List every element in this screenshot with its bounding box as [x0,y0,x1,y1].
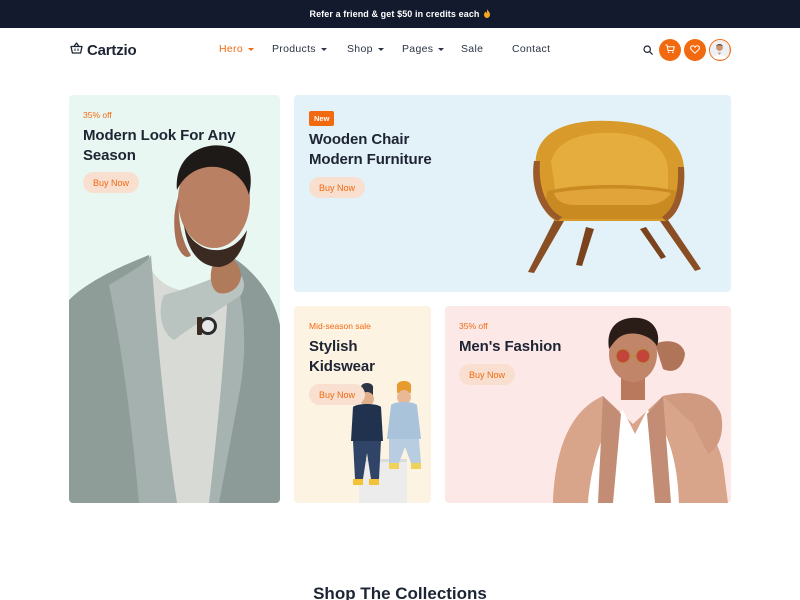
caret-down-icon [247,47,254,51]
card-title-line: Modern Furniture [309,151,432,168]
announcement-text: Refer a friend & get $50 in credits each [309,9,480,19]
card-title-line: Season [83,147,136,164]
section-title: Shop The Collections [313,584,487,600]
promo-card-mens-fashion[interactable]: 35% off Men's Fashion Buy Now [445,306,731,503]
cart-button[interactable] [659,39,681,61]
logo[interactable]: Cartzio [70,41,137,59]
heart-icon [690,41,700,59]
buy-now-button[interactable]: Buy Now [459,364,516,385]
brand-name: Cartzio [87,41,137,59]
nav-item-hero[interactable]: Hero [219,43,272,55]
card-title: Wooden Chair Modern Furniture [309,130,432,170]
cart-icon [665,41,675,59]
promo-card-modern-look[interactable]: 35% off Modern Look For Any Season Buy N… [69,95,280,503]
nav-item-products[interactable]: Products [272,43,347,55]
nav-item-label: Hero [219,43,243,55]
site-header: Cartzio Hero Products Shop Pages Sale Co… [0,28,800,72]
fire-icon [483,8,491,20]
new-badge: New [309,111,335,126]
card-title-line: Kidswear [309,358,375,375]
nav-item-sale[interactable]: Sale [461,43,512,55]
search-icon[interactable] [641,43,655,57]
header-actions [641,39,731,61]
avatar[interactable] [709,39,731,61]
nav-item-label: Products [272,43,316,55]
nav-item-shop[interactable]: Shop [347,43,402,55]
wooden-chair-image [528,120,701,273]
card-title: Stylish Kidswear [309,337,375,377]
caret-down-icon [320,47,327,51]
discount-tag: 35% off [459,321,488,331]
nav-item-pages[interactable]: Pages [402,43,461,55]
main-nav: Hero Products Shop Pages Sale Contact [219,43,550,55]
basket-icon [70,41,83,59]
wishlist-button[interactable] [684,39,706,61]
nav-item-label: Sale [461,43,484,55]
nav-item-label: Shop [347,43,373,55]
caret-down-icon [377,47,384,51]
discount-tag: 35% off [83,110,112,120]
nav-item-label: Contact [512,43,551,55]
sale-tag: Mid-season sale [309,321,371,331]
buy-now-button[interactable]: Buy Now [309,384,366,405]
man-with-sunglasses-image [553,317,728,503]
promo-card-kidswear[interactable]: Mid-season sale Stylish Kidswear Buy Now [294,306,431,503]
buy-now-button[interactable]: Buy Now [83,172,140,193]
card-title-line: Stylish [309,338,358,355]
nav-item-label: Pages [402,43,434,55]
card-title-line: Modern Look For Any [83,127,236,144]
card-title: Modern Look For Any Season [83,126,236,166]
buy-now-button[interactable]: Buy Now [309,177,366,198]
nav-item-contact[interactable]: Contact [512,43,550,55]
card-title: Men's Fashion [459,338,562,355]
caret-down-icon [438,47,445,51]
promo-card-wooden-chair[interactable]: New Wooden Chair Modern Furniture Buy No… [294,95,731,292]
announcement-bar: Refer a friend & get $50 in credits each [0,0,800,28]
card-title-line: Wooden Chair [309,131,410,148]
